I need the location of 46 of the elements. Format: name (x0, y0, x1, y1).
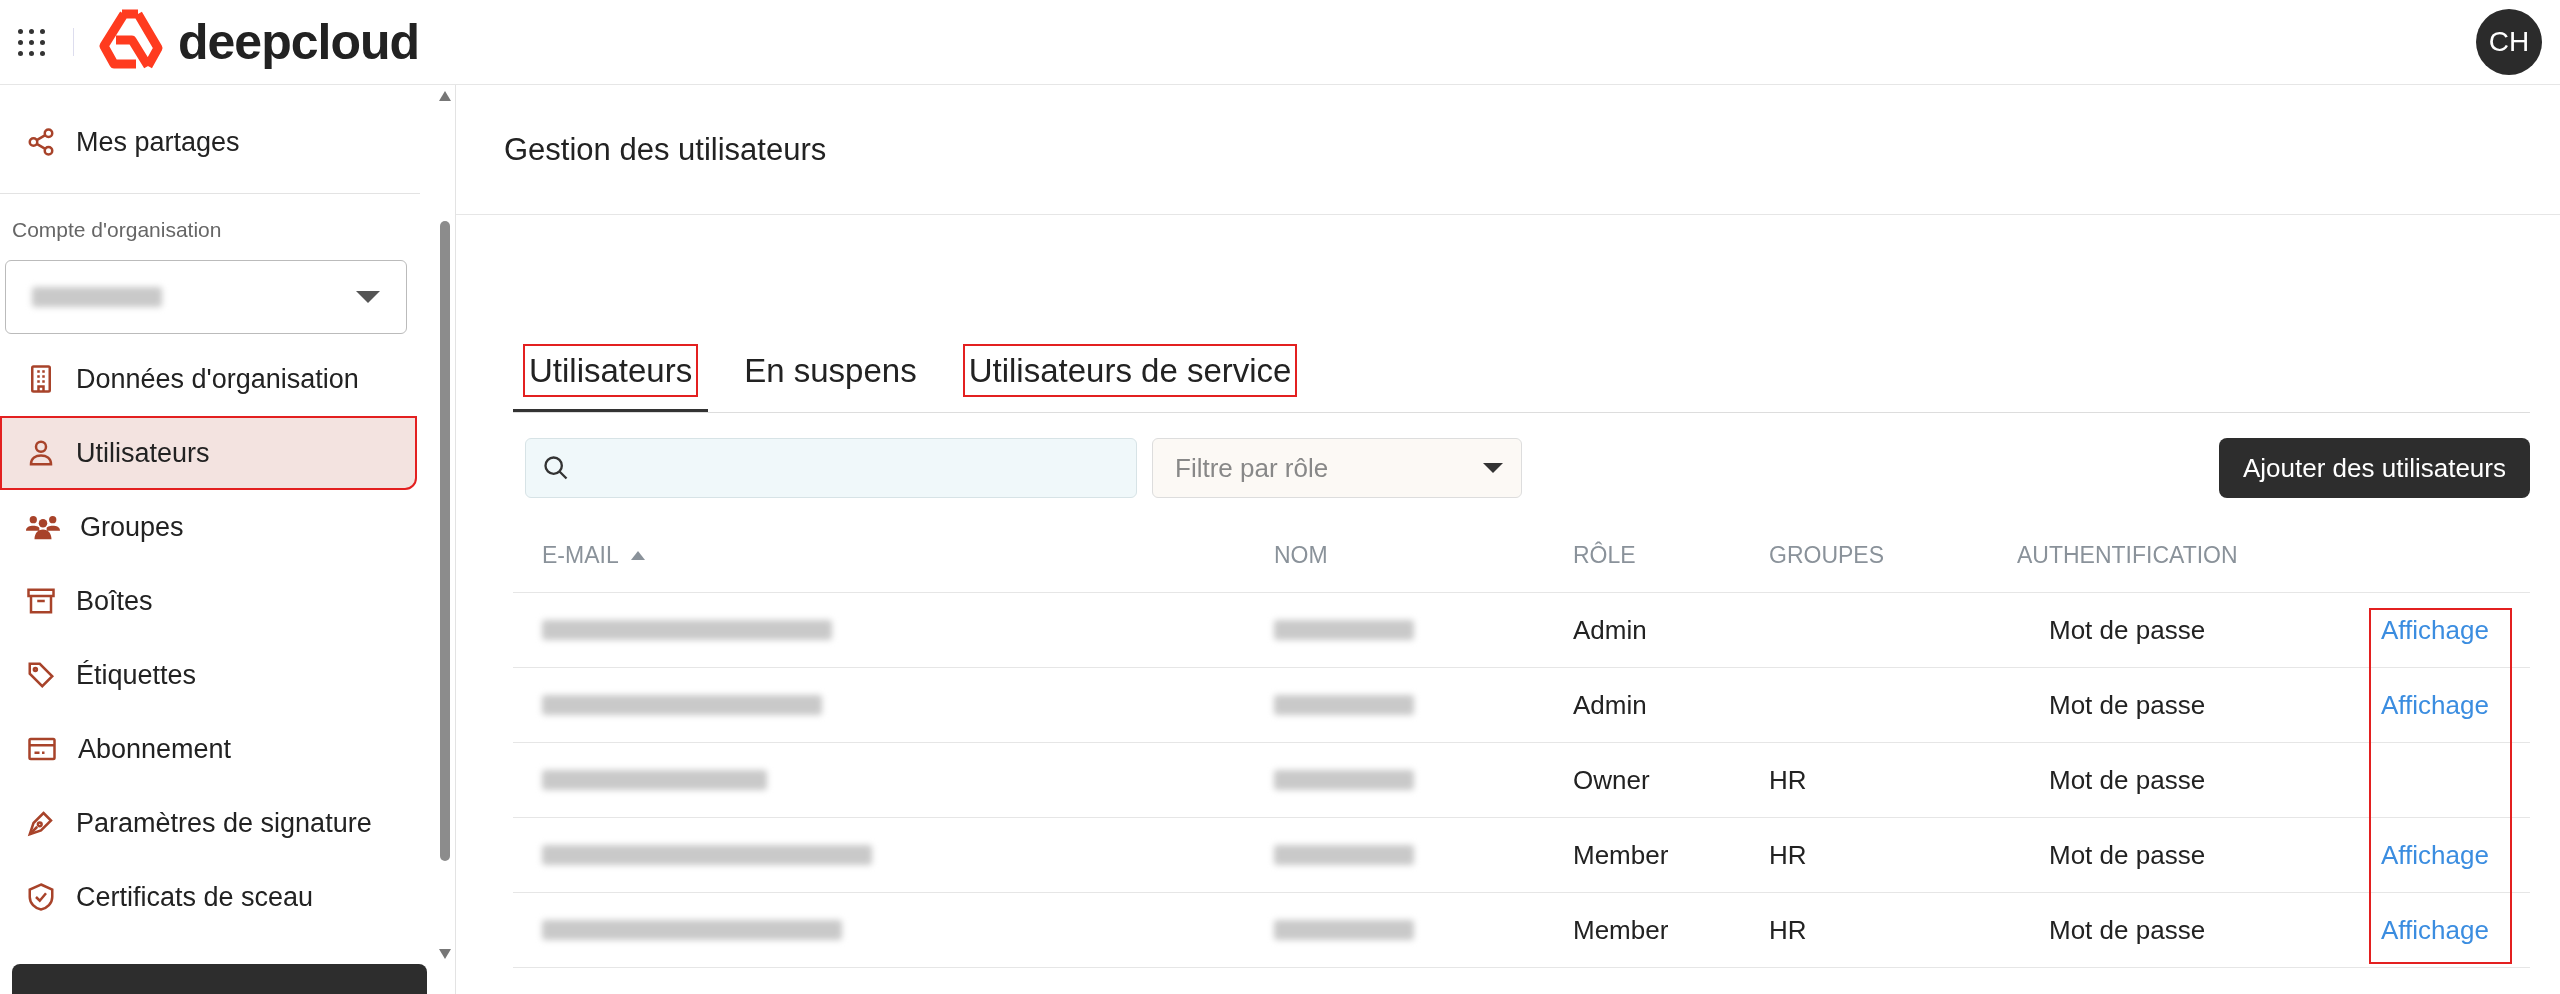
sidebar-item[interactable]: Mes partages (0, 105, 417, 179)
sidebar-item[interactable]: Données d'organisation (0, 342, 417, 416)
column-header: AUTHENTIFICATION (2017, 541, 2238, 569)
sidebar-item[interactable]: Utilisateurs (0, 416, 417, 490)
groups-cell: HR (1769, 764, 1807, 795)
role-cell: Owner (1573, 764, 1650, 795)
archive-box-icon (26, 586, 56, 616)
authentication-cell: Mot de passe (2049, 614, 2206, 645)
search-icon (542, 454, 570, 482)
sidebar-item[interactable]: Étiquettes (0, 638, 417, 712)
pen-nib-icon (26, 808, 56, 838)
page-title: Gestion des utilisateurs (456, 85, 2560, 215)
shield-check-icon (26, 882, 56, 912)
role-cell: Member (1573, 914, 1669, 945)
tab[interactable]: Utilisateurs (513, 340, 709, 412)
caret-icon (356, 291, 380, 303)
column-header: RÔLE (1573, 541, 1636, 569)
role-cell: Admin (1573, 689, 1647, 720)
tab[interactable]: Utilisateurs de service (952, 340, 1308, 412)
authentication-cell: Mot de passe (2049, 764, 2206, 795)
groups-cell: HR (1769, 914, 1807, 945)
section-label: Compte d'organisation (11, 218, 223, 242)
column-header: NOM (1274, 541, 1328, 569)
role-cell: Admin (1573, 614, 1647, 645)
user-avatar[interactable]: CH (2476, 9, 2542, 75)
authentication-cell: Mot de passe (2049, 914, 2206, 945)
sort-ascending-icon[interactable] (630, 550, 645, 560)
caret-icon (1483, 463, 1503, 473)
sidebar-item[interactable]: Abonnement (0, 712, 417, 786)
sidebar-item[interactable]: Paramètres de signature (0, 786, 417, 860)
search-field[interactable] (525, 438, 1137, 498)
tab[interactable]: En suspens (728, 340, 933, 412)
sidebar-item[interactable]: Groupes (0, 490, 417, 564)
organization-dropdown[interactable] (5, 260, 407, 334)
sidebar-item[interactable]: Certificats de sceau (0, 860, 417, 934)
tag-icon (26, 660, 56, 690)
authentication-cell: Mot de passe (2049, 839, 2206, 870)
sidebar-item[interactable]: Boîtes (0, 564, 417, 638)
column-header: GROUPES (1769, 541, 1885, 569)
authentication-cell: Mot de passe (2049, 689, 2206, 720)
groups-cell: HR (1769, 839, 1807, 870)
add-users-button[interactable]: Ajouter des utilisateurs (2218, 438, 2530, 498)
share-icon (26, 127, 56, 157)
role-cell: Member (1573, 839, 1669, 870)
apps-grid-icon[interactable] (18, 28, 45, 56)
logo-text: deepcloud (178, 13, 420, 71)
